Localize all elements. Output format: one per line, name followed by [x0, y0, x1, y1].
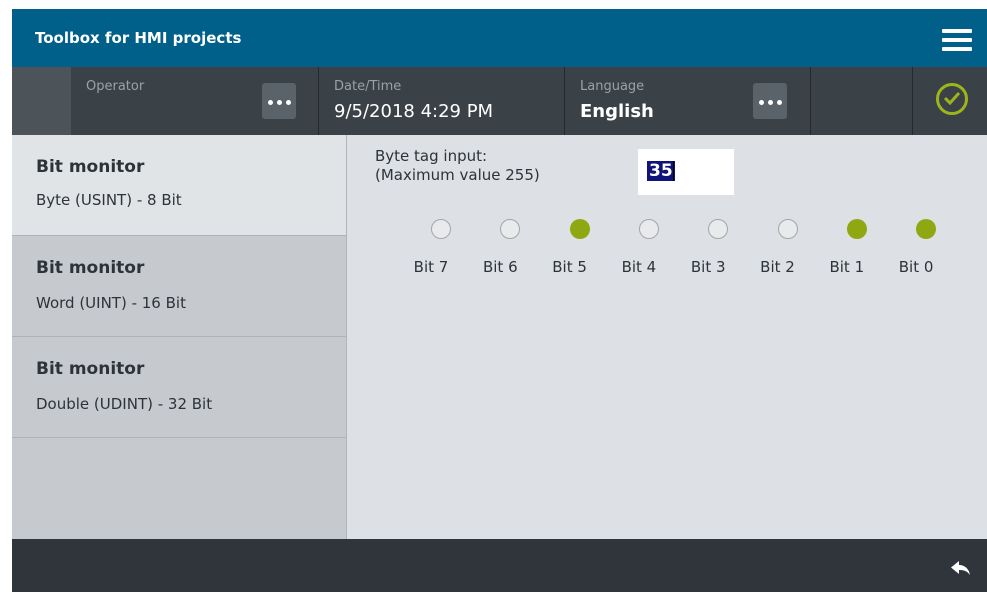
nav-item-byte[interactable]: Bit monitor Byte (USINT) - 8 Bit: [12, 135, 346, 236]
byte-tag-input-value: 35: [647, 161, 675, 181]
byte-tag-input[interactable]: 35: [638, 149, 734, 195]
bit-indicator-led: [846, 219, 867, 239]
nav-item-title: Bit monitor: [36, 258, 145, 278]
nav-item-subtitle: Word (UINT) - 16 Bit: [36, 294, 186, 312]
language-label: Language: [580, 79, 645, 94]
operator-more-button[interactable]: [262, 83, 296, 119]
bit-monitor-panel: Byte tag input: (Maximum value 255) 35 B…: [347, 135, 987, 539]
operator-cell: Operator: [71, 67, 319, 135]
nav-item-subtitle: Double (UDINT) - 32 Bit: [36, 395, 213, 413]
byte-input-label-line1: Byte tag input:: [375, 147, 488, 165]
hamburger-menu-icon[interactable]: [942, 29, 972, 51]
statusbar-handle: [12, 67, 71, 135]
bit-indicator-led: [569, 219, 590, 239]
nav-item-title: Bit monitor: [36, 359, 145, 379]
status-spacer-cell: [811, 67, 913, 135]
language-value: English: [580, 101, 654, 122]
bit-label: Bit 3: [690, 258, 726, 276]
operator-label: Operator: [86, 79, 145, 94]
bit-label: Bit 1: [829, 258, 865, 276]
bit-label: Bit 7: [413, 258, 449, 276]
language-cell: Language English: [565, 67, 811, 135]
bit-indicator-led: [638, 219, 659, 239]
bit-label: Bit 2: [760, 258, 795, 276]
datetime-label: Date/Time: [334, 79, 402, 94]
status-bar: Operator Date/Time 9/5/2018 4:29 PM Lang…: [12, 67, 987, 135]
back-arrow-icon[interactable]: [950, 560, 972, 576]
title-bar: Toolbox for HMI projects: [12, 9, 987, 67]
bit-indicator-led: [916, 219, 937, 239]
bit-indicator-led: [500, 219, 521, 239]
datetime-value: 9/5/2018 4:29 PM: [334, 101, 494, 122]
footer-bar: [12, 539, 987, 592]
hmi-screen: Toolbox for HMI projects Operator Date/T…: [12, 9, 987, 592]
byte-input-label-line2: (Maximum value 255): [375, 166, 540, 184]
language-more-button[interactable]: [753, 83, 787, 119]
bit-label: Bit 0: [898, 258, 934, 276]
nav-item-word[interactable]: Bit monitor Word (UINT) - 16 Bit: [12, 236, 346, 337]
bit-indicator-led: [777, 219, 798, 239]
datetime-cell: Date/Time 9/5/2018 4:29 PM: [319, 67, 565, 135]
bit-indicator-led: [431, 219, 451, 239]
bit-label: Bit 4: [621, 258, 657, 276]
sidebar-nav: Bit monitor Byte (USINT) - 8 Bit Bit mon…: [12, 135, 347, 539]
nav-item-double[interactable]: Bit monitor Double (UDINT) - 32 Bit: [12, 337, 346, 438]
nav-item-title: Bit monitor: [36, 157, 145, 177]
bit-indicator-led: [708, 219, 729, 239]
bit-label: Bit 6: [482, 258, 518, 276]
text-caret: [673, 161, 674, 181]
check-circle-icon[interactable]: [936, 83, 968, 115]
byte-input-label: Byte tag input: (Maximum value 255): [375, 147, 540, 185]
app-title: Toolbox for HMI projects: [35, 29, 242, 47]
nav-item-subtitle: Byte (USINT) - 8 Bit: [36, 191, 182, 209]
bit-label: Bit 5: [552, 258, 587, 276]
